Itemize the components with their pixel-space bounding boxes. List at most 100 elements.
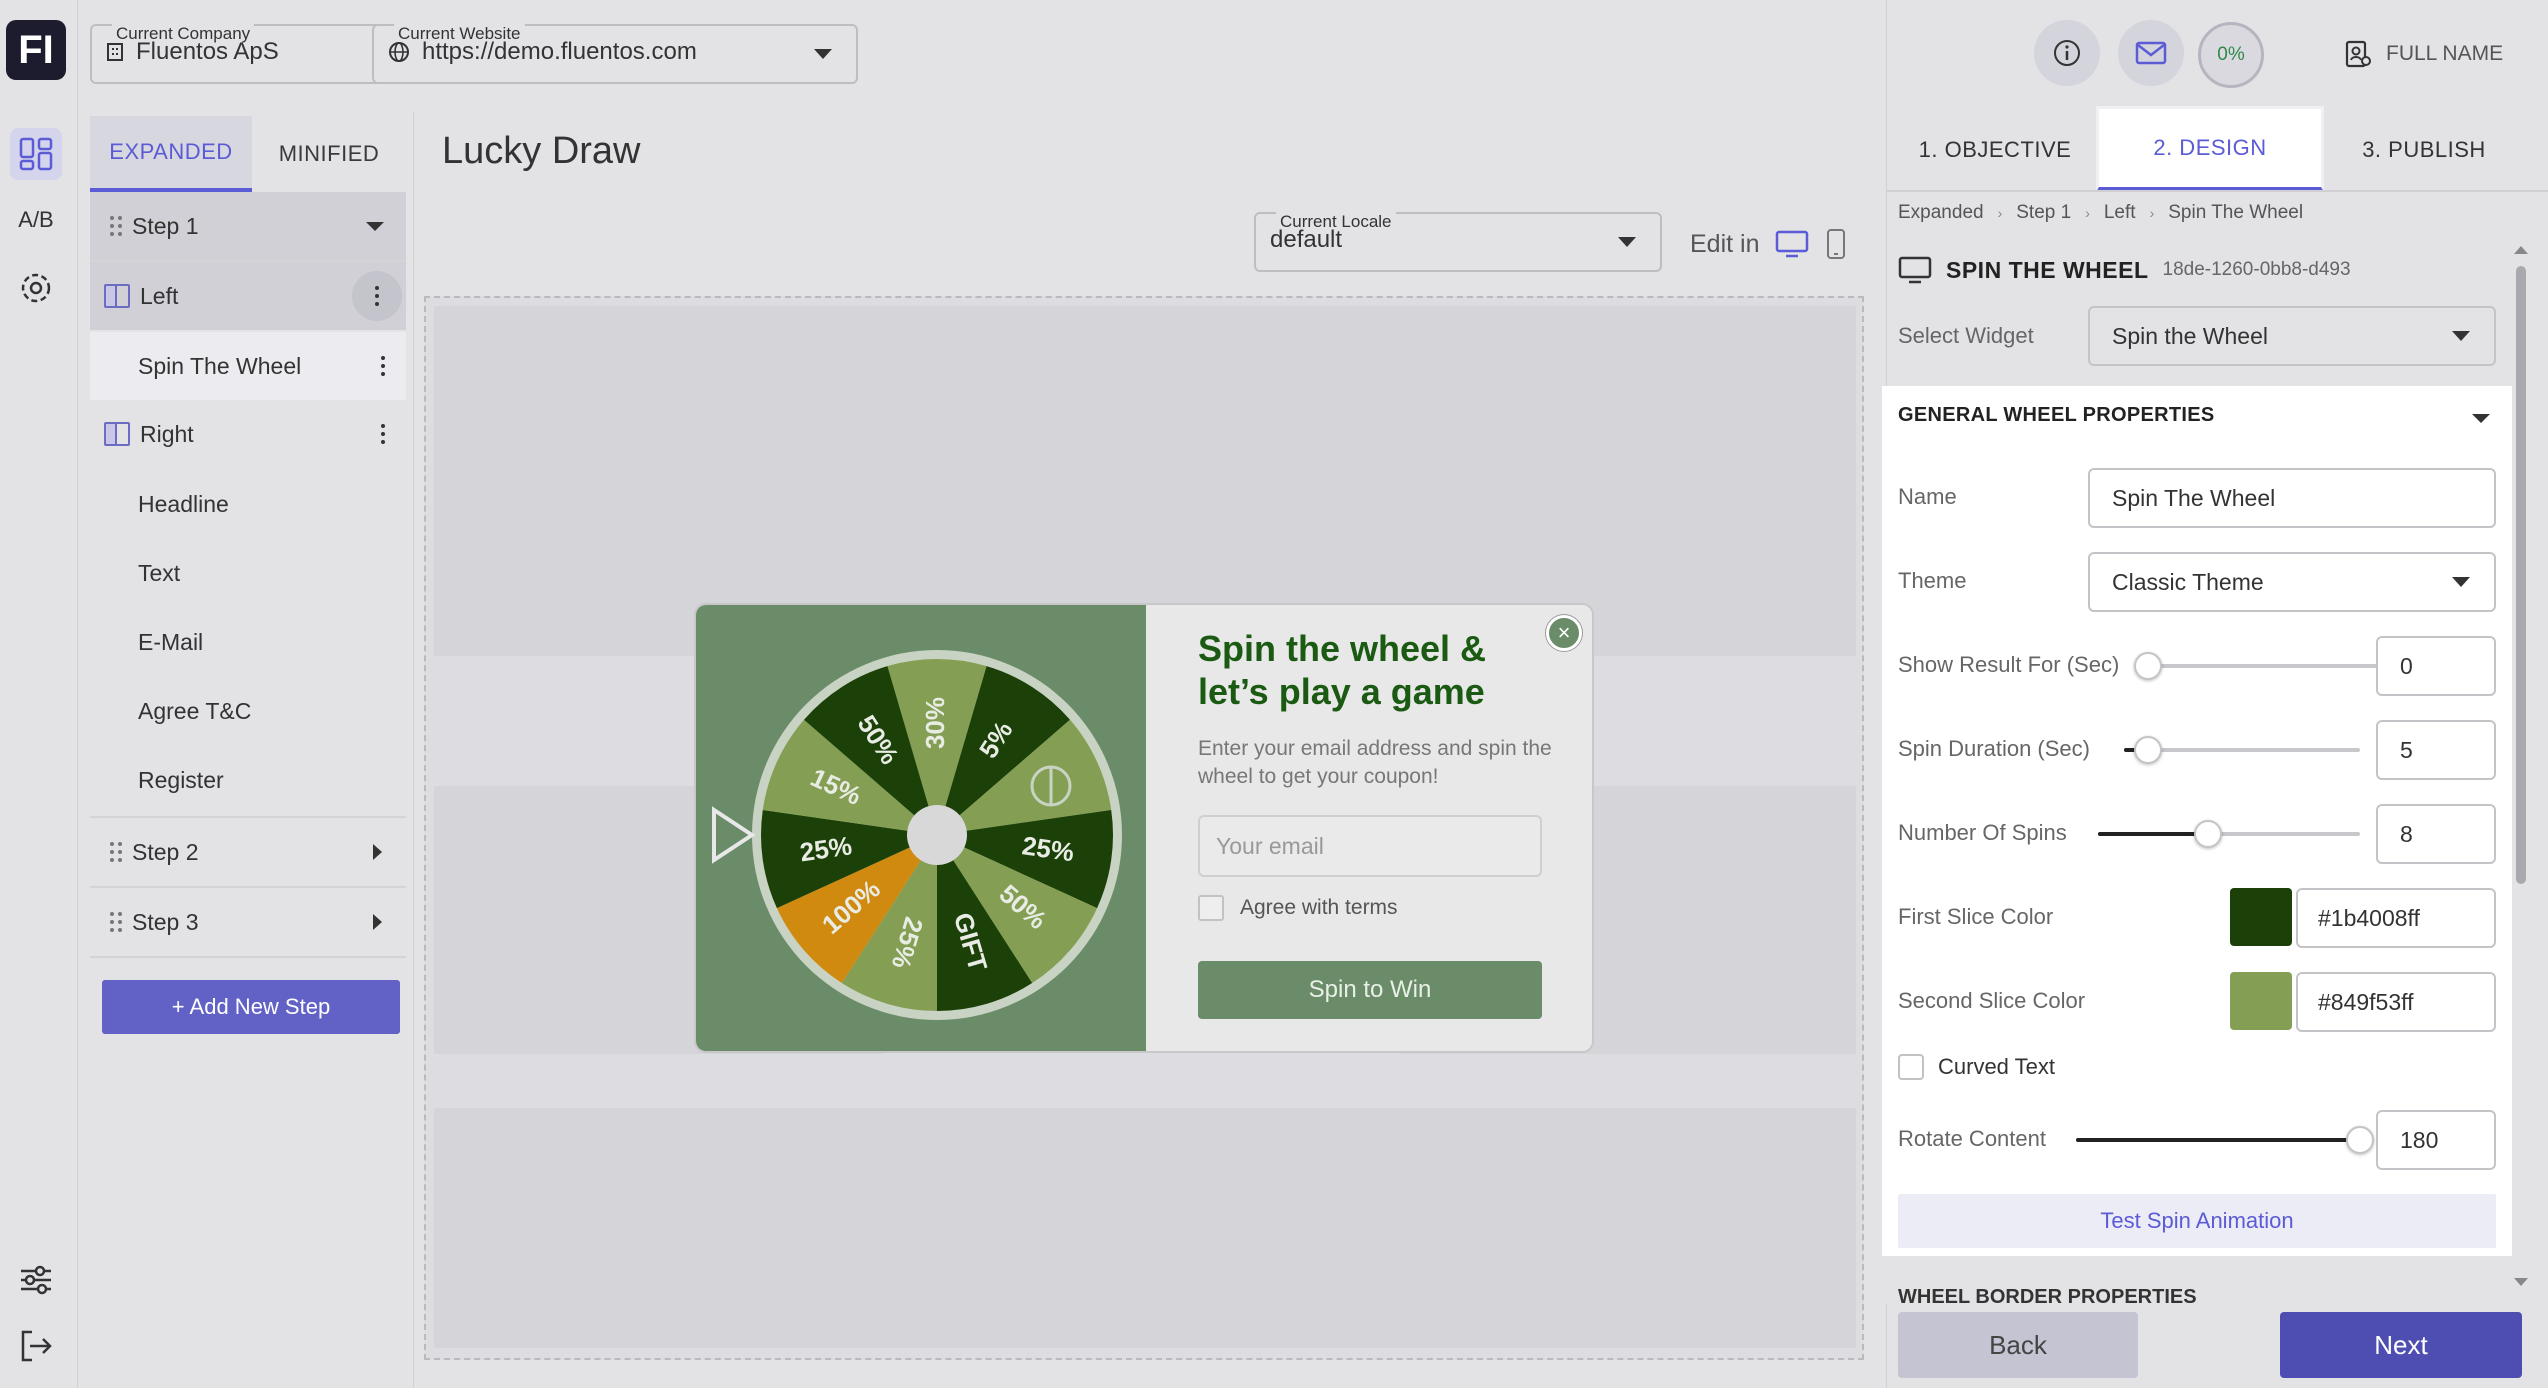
tab-minified[interactable]: MINIFIED: [252, 116, 406, 192]
user-badge-icon: [2345, 40, 2371, 68]
number-of-spins-input[interactable]: 8: [2376, 804, 2496, 864]
agree-checkbox[interactable]: [1198, 895, 1224, 921]
section-title[interactable]: WHEEL BORDER PROPERTIES: [1898, 1286, 2197, 1304]
first-slice-color-label: First Slice Color: [1898, 904, 2054, 929]
chevron-down-icon[interactable]: [2472, 414, 2490, 423]
column-right-row[interactable]: Right: [90, 400, 406, 468]
prize-wheel[interactable]: 30% 5%25%50%GIFT25%100%25%15%50%: [712, 645, 1122, 1035]
more-options-icon[interactable]: [380, 424, 386, 444]
desktop-icon[interactable]: [1775, 229, 1809, 259]
section-title: GENERAL WHEEL PROPERTIES: [1898, 404, 2215, 426]
info-icon[interactable]: [2034, 20, 2100, 86]
user-menu[interactable]: FULL NAME: [2344, 34, 2503, 74]
show-result-input[interactable]: 0: [2376, 636, 2496, 696]
popup-email-input[interactable]: Your email: [1198, 815, 1542, 877]
scroll-up-icon[interactable]: [2514, 246, 2528, 254]
second-slice-color-swatch[interactable]: [2230, 972, 2292, 1030]
divider: [90, 956, 406, 958]
rotate-content-slider[interactable]: [2076, 1126, 2374, 1154]
step-2-row[interactable]: Step 2: [90, 818, 406, 886]
slider-handle[interactable]: [2133, 736, 2162, 764]
mobile-icon[interactable]: [1825, 228, 1847, 260]
breadcrumb-separator-icon: ›: [1997, 205, 2003, 221]
tab-design[interactable]: 2. DESIGN: [2096, 106, 2324, 192]
popup-wheel-area: 30% 5% 25% 50% GIFT 25% 100% 25% 15% 50%: [696, 605, 1146, 1051]
mail-icon[interactable]: [2118, 20, 2184, 86]
tab-publish[interactable]: 3. PUBLISH: [2324, 110, 2524, 190]
column-left-row[interactable]: Left: [90, 262, 406, 330]
left-rail: FI A/B: [0, 0, 78, 1388]
back-button[interactable]: Back: [1898, 1312, 2138, 1378]
more-options-icon[interactable]: [352, 271, 402, 321]
popup-title: Spin the wheel & let’s play a game: [1198, 628, 1487, 712]
first-slice-color-input[interactable]: #1b4008ff: [2296, 888, 2496, 948]
step-1-row[interactable]: Step 1: [90, 192, 406, 260]
drag-handle-icon[interactable]: [110, 842, 122, 862]
select-widget-value: Spin the Wheel: [2112, 322, 2268, 349]
divider: [1886, 190, 2548, 192]
desktop-icon: [1898, 256, 1932, 284]
rotate-content-input[interactable]: 180: [2376, 1110, 2496, 1170]
add-new-step-button[interactable]: + Add New Step: [102, 980, 400, 1034]
user-name: FULL NAME: [2386, 42, 2504, 65]
popup-agree-row[interactable]: Agree with terms: [1198, 895, 1398, 921]
close-icon[interactable]: ×: [1546, 615, 1582, 651]
more-options-icon[interactable]: [380, 356, 386, 376]
breadcrumb-item[interactable]: Expanded: [1898, 202, 1984, 224]
logout-icon[interactable]: [10, 1320, 62, 1372]
ab-test-icon[interactable]: A/B: [10, 194, 62, 246]
name-label: Name: [1898, 484, 1957, 509]
drag-handle-icon[interactable]: [110, 216, 122, 236]
locale-select[interactable]: Current Locale default: [1254, 212, 1662, 272]
steps-tree-panel: EXPANDED MINIFIED Step 1 Left Spin The W…: [78, 112, 414, 1388]
drag-handle-icon[interactable]: [110, 912, 122, 932]
canvas-placeholder-block: [434, 1108, 1856, 1348]
curved-text-row[interactable]: Curved Text: [1898, 1054, 2055, 1080]
chevron-right-icon[interactable]: [373, 844, 382, 860]
widget-id: 18de-1260-0bb8-d493: [2162, 259, 2351, 280]
column-icon: [104, 422, 130, 446]
tree-item-text[interactable]: Text: [90, 539, 406, 607]
slider-handle[interactable]: [2134, 652, 2162, 680]
name-input[interactable]: Spin The Wheel: [2088, 468, 2496, 528]
sliders-icon[interactable]: [10, 1254, 62, 1306]
show-result-label: Show Result For (Sec): [1898, 652, 2120, 677]
popup-preview[interactable]: 30% 5% 25% 50% GIFT 25% 100% 25% 15% 50% Spin the…: [694, 603, 1594, 1053]
spin-duration-input[interactable]: 5: [2376, 720, 2496, 780]
breadcrumb-separator-icon: ›: [2149, 205, 2155, 221]
breadcrumb-item[interactable]: Left: [2104, 202, 2136, 224]
agree-label: Agree with terms: [1240, 896, 1398, 919]
tree-item-agree-tc[interactable]: Agree T&C: [90, 677, 406, 745]
dashboard-icon[interactable]: [10, 128, 62, 180]
tree-item-register[interactable]: Register: [90, 746, 406, 814]
scroll-down-icon[interactable]: [2514, 1278, 2528, 1286]
step-3-row[interactable]: Step 3: [90, 888, 406, 956]
website-select[interactable]: Current Website https://demo.fluentos.co…: [372, 24, 858, 84]
curved-text-checkbox[interactable]: [1898, 1054, 1924, 1080]
panel-scrollbar[interactable]: [2514, 246, 2528, 1286]
second-slice-color-input[interactable]: #849f53ff: [2296, 972, 2496, 1032]
breadcrumb-item[interactable]: Spin The Wheel: [2168, 202, 2303, 224]
scrollbar-thumb[interactable]: [2516, 266, 2526, 884]
tree-item-headline[interactable]: Headline: [90, 470, 406, 538]
tab-expanded[interactable]: EXPANDED: [90, 116, 252, 192]
theme-dropdown[interactable]: Classic Theme: [2088, 552, 2496, 612]
gear-icon[interactable]: [10, 262, 62, 314]
first-slice-color-swatch[interactable]: [2230, 888, 2292, 946]
chevron-down-icon[interactable]: [366, 221, 384, 231]
slider-handle[interactable]: [2194, 820, 2223, 848]
next-button[interactable]: Next: [2280, 1312, 2522, 1378]
number-of-spins-slider[interactable]: [2098, 820, 2360, 848]
select-widget-dropdown[interactable]: Spin the Wheel: [2088, 306, 2496, 366]
slider-handle[interactable]: [2346, 1126, 2374, 1154]
curved-text-label: Curved Text: [1938, 1054, 2055, 1079]
chevron-right-icon[interactable]: [373, 914, 382, 930]
spin-the-wheel-row[interactable]: Spin The Wheel: [90, 332, 406, 400]
chevron-down-icon: [814, 49, 832, 59]
test-spin-animation-button[interactable]: Test Spin Animation: [1898, 1194, 2496, 1248]
tab-objective[interactable]: 1. OBJECTIVE: [1890, 110, 2100, 190]
spin-duration-slider[interactable]: [2124, 736, 2360, 764]
spin-to-win-button[interactable]: Spin to Win: [1198, 961, 1542, 1019]
breadcrumb-item[interactable]: Step 1: [2016, 202, 2071, 224]
tree-item-email[interactable]: E-Mail: [90, 608, 406, 676]
